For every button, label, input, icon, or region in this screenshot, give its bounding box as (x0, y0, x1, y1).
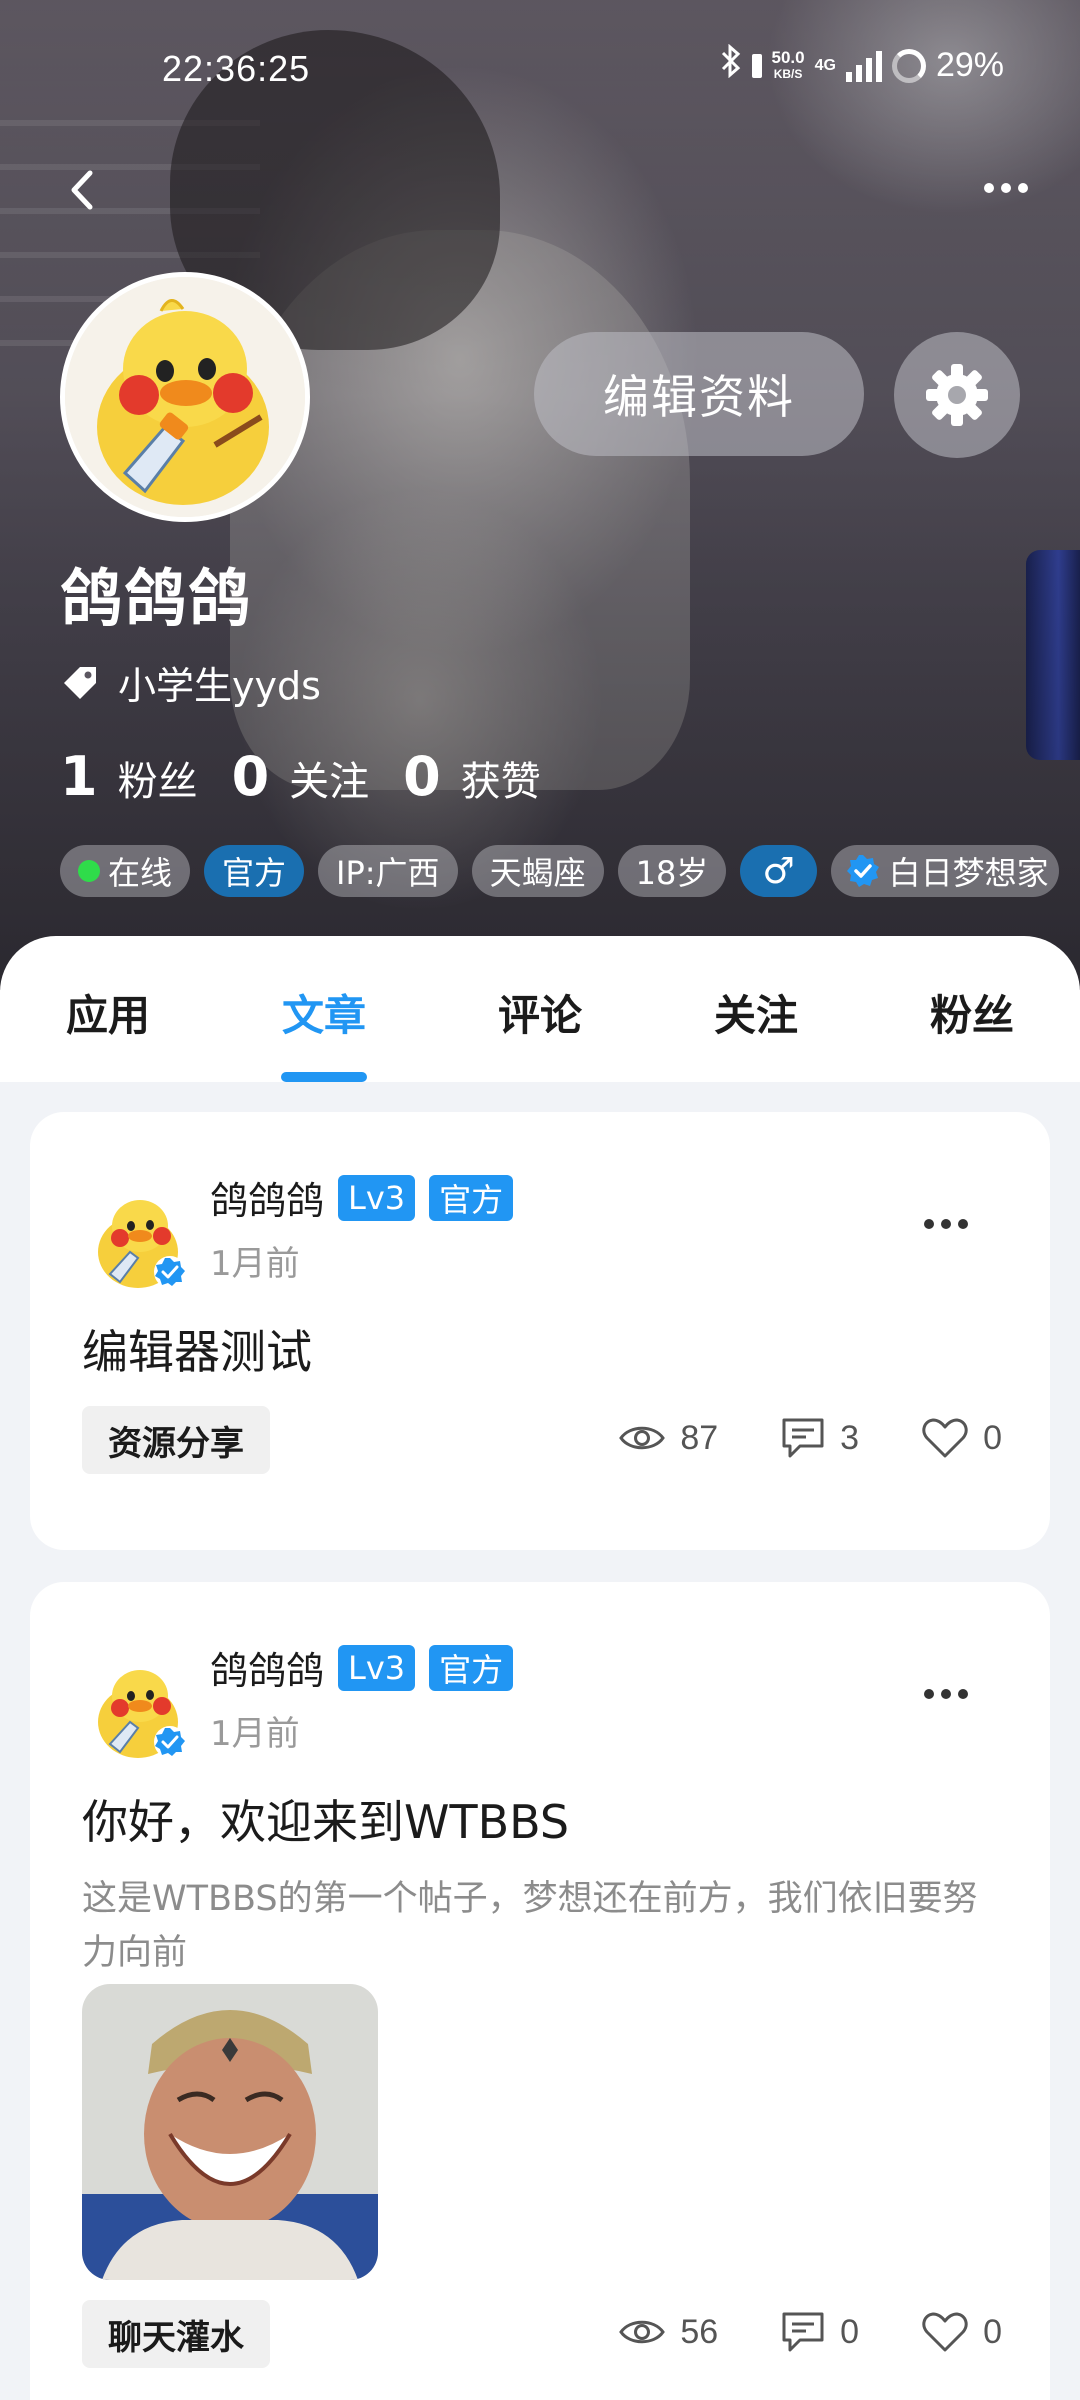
following-label[interactable]: 关注 (289, 749, 369, 807)
view-count: 56 (680, 2312, 719, 2351)
smiling-person-photo (82, 1984, 378, 2280)
post-author-name[interactable]: 鸽鸽鸽 (210, 1640, 324, 1695)
comment-icon (782, 1418, 824, 1458)
battery-percent: 29% (935, 46, 1004, 84)
post-meta: 87 3 0 (556, 1416, 1002, 1460)
heart-icon (922, 2312, 968, 2352)
heart-icon (922, 1418, 968, 1458)
likes[interactable]: 0 (921, 2311, 1002, 2353)
gear-icon (926, 364, 988, 426)
views: 87 (618, 1419, 718, 1458)
comments[interactable]: 0 (780, 2310, 859, 2354)
network-type: 4G (814, 56, 836, 74)
followers-count[interactable]: 1 (60, 745, 98, 808)
post-category[interactable]: 资源分享 (82, 1406, 270, 1474)
tag-official: 官方 (204, 845, 305, 897)
comment-count: 3 (840, 1418, 860, 1457)
tag-title: 白日梦想家 (830, 845, 1059, 897)
tag-zodiac: 天蝎座 (471, 845, 604, 897)
level-badge: Lv3 (338, 1644, 416, 1691)
sim-icon (751, 53, 762, 78)
status-time: 22:36:25 (162, 48, 311, 89)
settings-button[interactable] (894, 332, 1020, 458)
eye-icon (619, 2320, 666, 2344)
tab-following[interactable]: 关注 (648, 936, 864, 1082)
post-time: 1月前 (210, 1714, 300, 1754)
duck-avatar-icon (98, 1670, 186, 1758)
profile-avatar[interactable] (60, 272, 310, 522)
eye-icon (619, 1426, 666, 1450)
post-meta: 56 0 0 (556, 2310, 1002, 2354)
profile-signature: 小学生yyds (60, 655, 321, 710)
profile-stats: 1 粉丝 0 关注 0 获赞 (60, 745, 575, 808)
tab-followers[interactable]: 粉丝 (864, 936, 1080, 1082)
likes[interactable]: 0 (921, 1417, 1002, 1459)
profile-cover: 22:36:25 50.0 KB/S 4G 29% 编辑资料 鸽鸽鸽 小学生yy… (0, 0, 1080, 990)
tag-online: 在线 (60, 845, 191, 897)
verified-badge-icon (846, 855, 879, 887)
male-icon: ♂ (762, 850, 795, 892)
official-badge: 官方 (429, 1644, 514, 1691)
comments[interactable]: 3 (780, 1416, 859, 1460)
view-count: 87 (680, 1418, 719, 1457)
followers-label[interactable]: 粉丝 (118, 749, 198, 807)
edit-profile-button[interactable]: 编辑资料 (534, 332, 864, 456)
tag-age: 18岁 (617, 845, 727, 897)
comment-count: 0 (840, 2312, 860, 2351)
online-dot-icon (78, 860, 100, 882)
level-badge: Lv3 (338, 1174, 416, 1221)
post-card[interactable]: 鸽鸽鸽 Lv3 官方 1月前 你好，欢迎来到WTBBS 这是WTBBS的第一个帖… (30, 1582, 1050, 2400)
battery-icon (891, 48, 926, 83)
following-count[interactable]: 0 (232, 745, 270, 808)
post-image[interactable] (82, 1984, 378, 2280)
post-author-avatar[interactable] (86, 1184, 194, 1292)
like-count: 0 (983, 2312, 1002, 2351)
post-more-button[interactable] (916, 1684, 976, 1704)
tag-gender: ♂ (740, 845, 817, 897)
signal-icon (845, 50, 882, 82)
like-count: 0 (983, 1418, 1002, 1457)
post-time: 1月前 (210, 1244, 300, 1284)
post-category[interactable]: 聊天灌水 (82, 2300, 270, 2368)
tag-icon (64, 666, 96, 699)
chevron-left-icon (71, 170, 93, 210)
official-badge: 官方 (429, 1174, 514, 1221)
comment-icon (782, 2312, 824, 2352)
post-excerpt: 这是WTBBS的第一个帖子，梦想还在前方，我们依旧要努力向前 (82, 1879, 978, 1973)
post-title[interactable]: 编辑器测试 (82, 1316, 312, 1382)
status-bar: 22:36:25 50.0 KB/S 4G 29% (0, 40, 1080, 100)
back-button[interactable] (62, 165, 102, 215)
post-card[interactable]: 鸽鸽鸽 Lv3 官方 1月前 编辑器测试 资源分享 87 3 0 (30, 1112, 1050, 1550)
tab-comments[interactable]: 评论 (432, 936, 648, 1082)
tab-articles[interactable]: 文章 (216, 936, 432, 1082)
more-options-button[interactable] (976, 168, 1036, 208)
views: 56 (618, 2313, 718, 2352)
post-title[interactable]: 你好，欢迎来到WTBBS (82, 1786, 569, 1852)
profile-username: 鸽鸽鸽 (60, 562, 253, 635)
duck-avatar-icon (65, 277, 305, 517)
duck-avatar-icon (98, 1200, 186, 1288)
post-author-avatar[interactable] (86, 1654, 194, 1762)
bluetooth-icon (720, 43, 742, 87)
net-speed: 50.0 KB/S (771, 47, 805, 81)
likes-received-label: 获赞 (460, 759, 541, 805)
likes-received-count: 0 (403, 745, 441, 808)
profile-tags: 在线 官方 IP:广西 天蝎座 18岁 ♂ 白日梦想家 (60, 845, 1059, 897)
profile-tabs: 应用 文章 评论 关注 粉丝 (0, 936, 1080, 1082)
post-more-button[interactable] (916, 1214, 976, 1234)
tag-ip: IP:广西 (318, 845, 458, 897)
post-author-name[interactable]: 鸽鸽鸽 (210, 1170, 324, 1225)
tab-apps[interactable]: 应用 (0, 936, 216, 1082)
